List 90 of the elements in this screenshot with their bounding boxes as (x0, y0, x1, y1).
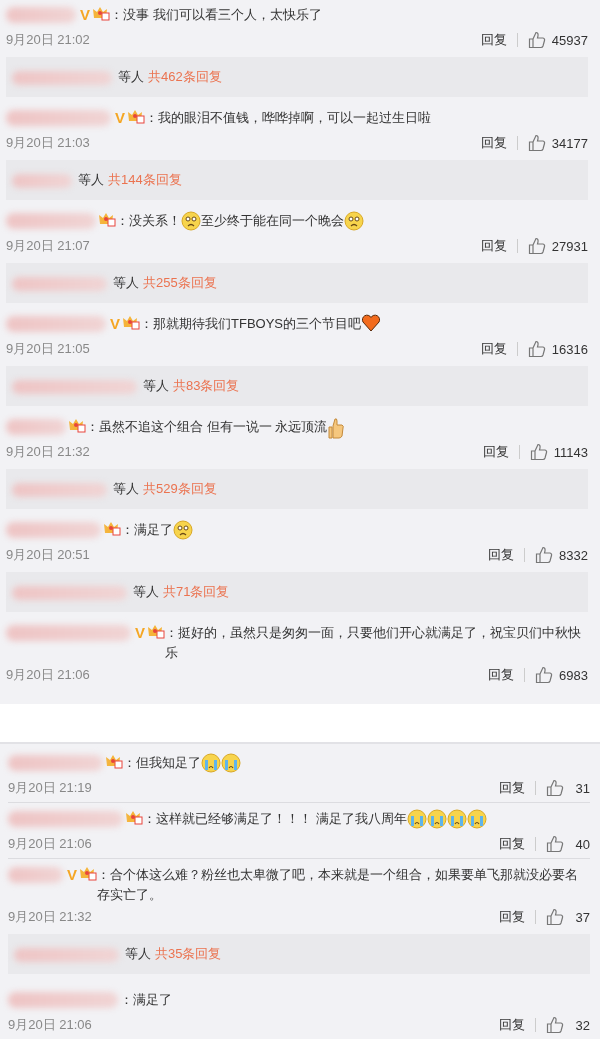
like-count: 34177 (551, 135, 588, 151)
crying-face-icon (406, 809, 427, 829)
verified-v-label: V (67, 865, 77, 885)
like-count: 6983 (559, 667, 588, 683)
comment-time: 9月20日 21:06 (8, 1016, 93, 1034)
comment-time: 9月20日 21:06 (8, 835, 93, 853)
comment-text: ：没关系！ (116, 212, 181, 230)
reply-link[interactable]: 回复 (499, 835, 525, 853)
comment-text: ：但我知足了 (123, 754, 201, 772)
reply-link[interactable]: 回复 (488, 546, 515, 564)
comment-time: 9月20日 21:06 (6, 666, 91, 684)
reply-link[interactable]: 回复 (480, 237, 507, 255)
comment-text: ：满足了 (121, 521, 173, 539)
replies-who: 等人 (78, 171, 104, 189)
comment-text: ：虽然不追这个组合 但有一说一 永远顶流 (86, 418, 328, 436)
comment-time: 9月20日 21:19 (8, 779, 93, 797)
comment-text: ：我的眼泪不值钱，哗哗掉啊，可以一起过生日啦 (145, 109, 431, 127)
thumbs-up-icon[interactable] (527, 31, 546, 49)
comment-text: 至少终于能在同一个晚会 (201, 212, 344, 230)
replies-who: 等人 (125, 945, 151, 963)
like-count: 16316 (551, 341, 588, 357)
thumbs-up-icon[interactable] (546, 1016, 564, 1034)
replies-bar[interactable]: 等人 共83条回复 (6, 366, 588, 406)
thumbs-up-icon[interactable] (527, 340, 546, 358)
thumbs-up-icon[interactable] (527, 134, 546, 152)
comment-text: ：满足了 (120, 991, 172, 1009)
crying-face-icon (446, 809, 467, 829)
comment-text: ：那就期待我们TFBOYS的三个节目吧 (140, 315, 362, 333)
comment-time: 9月20日 20:51 (6, 546, 91, 564)
like-count: 37 (574, 909, 590, 925)
heart-icon (361, 314, 382, 332)
thumbs-up-icon[interactable] (546, 779, 564, 797)
like-count: 45937 (551, 32, 588, 48)
sad-face-icon (173, 520, 193, 540)
like-count: 32 (574, 1017, 590, 1033)
comment-time: 9月20日 21:32 (8, 908, 93, 926)
comment-text: ：挺好的，虽然只是匆匆一面，只要他们开心就满足了，祝宝贝们中秋快乐 (165, 624, 582, 662)
sad-face-icon (344, 211, 364, 231)
thumbs-up-icon[interactable] (546, 908, 564, 926)
thumbs-up-icon[interactable] (529, 443, 548, 461)
reply-link[interactable]: 回复 (482, 443, 509, 461)
like-count: 31 (574, 780, 590, 796)
crying-face-icon (466, 809, 487, 829)
thumbs-up-icon[interactable] (535, 546, 554, 564)
comment-time: 9月20日 21:07 (6, 237, 91, 255)
crying-face-icon (201, 753, 221, 773)
replies-who: 等人 (133, 583, 159, 601)
verified-v-label: V (135, 623, 145, 643)
replies-bar[interactable]: 等人 共35条回复 (8, 934, 590, 974)
blurred-name (6, 7, 76, 23)
comment-time: 9月20日 21:03 (6, 134, 91, 152)
replies-bar[interactable]: 等人 共529条回复 (6, 469, 588, 509)
thumbs-up-icon[interactable] (535, 666, 554, 684)
blurred-name (8, 867, 63, 883)
comment-time: 9月20日 21:02 (6, 31, 91, 49)
like-count: 27931 (551, 238, 588, 254)
comment-text: ：没事 我们可以看三个人，太快乐了 (110, 6, 322, 24)
replies-bar[interactable]: 等人 共462条回复 (6, 57, 588, 97)
reply-link[interactable]: 回复 (480, 31, 507, 49)
crying-face-icon (221, 753, 241, 773)
replies-bar[interactable]: 等人 共71条回复 (6, 572, 588, 612)
comment-time: 9月20日 21:05 (6, 340, 91, 358)
blurred-name (12, 174, 72, 188)
thumbs-up-icon[interactable] (546, 835, 564, 853)
reply-link[interactable]: 回复 (480, 134, 507, 152)
crying-face-icon (426, 809, 447, 829)
reply-link[interactable]: 回复 (499, 908, 525, 926)
comment-time: 9月20日 21:32 (6, 443, 91, 461)
replies-bar[interactable]: 等人 共255条回复 (6, 263, 588, 303)
verified-v-label: V (115, 108, 125, 128)
thumbs-up-icon (327, 417, 346, 439)
reply-link[interactable]: 回复 (499, 779, 525, 797)
replies-who: 等人 (113, 480, 139, 498)
replies-who: 等人 (143, 377, 169, 395)
sad-face-icon (181, 211, 201, 231)
verified-v-label: V (80, 5, 90, 25)
like-count: 40 (574, 836, 590, 852)
replies-bar[interactable]: 等人 共144条回复 (6, 160, 588, 200)
comment-text: ：这样就已经够满足了！！！ 满足了我八周年 (143, 810, 407, 828)
replies-who: 等人 (118, 68, 144, 86)
blurred-name (6, 419, 66, 435)
reply-link[interactable]: 回复 (480, 340, 507, 358)
reply-link[interactable]: 回复 (488, 666, 515, 684)
thumbs-up-icon[interactable] (527, 237, 546, 255)
verified-v-label: V (110, 314, 120, 334)
like-count: 8332 (559, 547, 588, 563)
comment-text: ：合个体这么难？粉丝也太卑微了吧，本来就是一个组合，如果要单飞那就没必要名存实亡了。 (97, 866, 579, 904)
like-count: 11143 (553, 444, 588, 460)
reply-link[interactable]: 回复 (499, 1016, 525, 1034)
replies-who: 等人 (113, 274, 139, 292)
